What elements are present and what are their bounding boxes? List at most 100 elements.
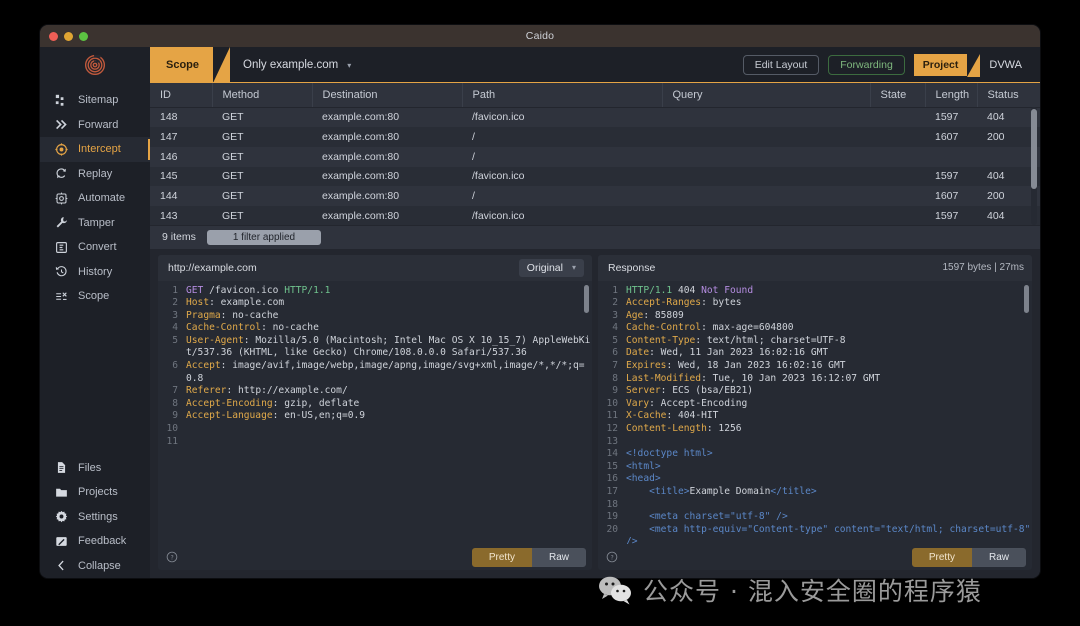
table-header-row[interactable]: ID Method Destination Path Query State Length S… — [150, 83, 1040, 108]
sidebar-item-feedback[interactable]: Feedback — [40, 529, 150, 554]
response-pane-header: Response 1597 bytes | 27ms — [598, 254, 1032, 281]
table-row[interactable]: 147 GET example.com:80/1607 200 — [150, 127, 1040, 147]
response-line: 13 — [598, 436, 1032, 449]
sidebar-item-projects[interactable]: Projects — [40, 480, 150, 505]
request-scrollbar-thumb[interactable] — [584, 284, 589, 313]
minimize-icon[interactable] — [64, 31, 73, 41]
line-content: Vary: Accept-Encoding — [626, 397, 748, 409]
line-content: Host: example.com — [186, 297, 285, 309]
request-raw-button[interactable]: Raw — [531, 547, 586, 567]
line-number: 10 — [166, 423, 178, 435]
table-column-header[interactable]: Path — [462, 83, 663, 108]
request-pretty-button[interactable]: Pretty — [471, 547, 532, 567]
sidebar-item-settings[interactable]: Settings — [40, 505, 150, 530]
sidebar-item-collapse[interactable]: Collapse — [40, 554, 150, 579]
sidebar-item-files[interactable]: Files — [40, 456, 150, 481]
close-icon[interactable] — [49, 31, 58, 41]
sidebar-item-convert[interactable]: Convert — [40, 235, 150, 260]
sidebar-item-label: Settings — [78, 510, 118, 523]
project-tab[interactable]: Project — [913, 54, 980, 77]
response-pretty-button[interactable]: Pretty — [911, 547, 972, 567]
toolbar-actions: Edit Layout Forwarding Project DVWA — [742, 47, 1040, 83]
line-number: 17 — [606, 486, 618, 497]
requests-table-body: 148 GET example.com:80/favicon.ico 1597 404 1… — [150, 107, 1040, 225]
line-number: 3 — [172, 309, 178, 321]
cell-length: 1597 — [935, 111, 959, 124]
response-line: 12 Content-Length: 1256 — [598, 423, 1032, 436]
table-row[interactable]: 148 GET example.com:80/favicon.ico 1597 404 — [150, 107, 1040, 128]
cell-query — [662, 167, 870, 187]
sidebar-item-history[interactable]: History — [40, 260, 150, 285]
scope-selector[interactable]: Only example.com ▾ — [213, 47, 363, 83]
maximize-icon[interactable] — [79, 31, 88, 41]
line-content: Expires: Wed, 18 Jan 2023 16:02:16 GMT — [626, 360, 846, 372]
response-line: 2 Accept-Ranges: bytes — [598, 297, 1032, 310]
response-line: 8 Last-Modified: Tue, 10 Jan 2023 16:12:0… — [598, 373, 1032, 386]
table-scrollbar-thumb[interactable] — [1031, 109, 1037, 189]
line-number: 11 — [606, 410, 618, 422]
response-line: 10 Vary: Accept-Encoding — [598, 398, 1032, 411]
sidebar-item-replay[interactable]: Replay — [40, 162, 150, 187]
intercept-icon — [54, 142, 68, 156]
line-content: <head> — [626, 473, 661, 485]
sidebar-item-scope[interactable]: Scope — [40, 284, 150, 309]
cell-method: GET — [222, 170, 244, 183]
edit-layout-button[interactable]: Edit Layout — [742, 55, 820, 75]
cell-query — [662, 186, 870, 206]
help-icon[interactable]: ? — [166, 551, 178, 563]
tab-scope[interactable]: Scope — [150, 47, 231, 83]
request-pane: http://example.com Original ▾ 1 GET /favi… — [158, 254, 592, 570]
cell-id: 148 — [160, 111, 178, 124]
sidebar-item-automate[interactable]: Automate — [40, 186, 150, 211]
filter-applied-chip[interactable]: 1 filter applied — [206, 229, 322, 245]
sidebar-item-tamper[interactable]: Tamper — [40, 211, 150, 236]
sidebar-item-label: Forward — [78, 118, 119, 131]
table-column-header[interactable]: ID — [150, 83, 213, 108]
window-controls[interactable] — [40, 31, 88, 41]
table-row[interactable]: 145 GET example.com:80/favicon.ico 1597 404 — [150, 166, 1040, 187]
table-column-header[interactable]: Length — [925, 83, 978, 108]
table-row[interactable]: 144 GET example.com:80/1607 200 — [150, 186, 1040, 206]
table-column-header[interactable]: Destination — [312, 83, 463, 108]
sidebar-secondary-items: Files Projects Settings Feedback Collapse — [40, 456, 150, 579]
line-number: 6 — [172, 360, 178, 372]
chevron-down-icon: ▾ — [347, 60, 352, 70]
line-number: 4 — [612, 322, 618, 334]
sidebar-item-sitemap[interactable]: Sitemap — [40, 88, 150, 113]
response-pane: Response 1597 bytes | 27ms 1 HTTP/1.1 404… — [598, 254, 1032, 570]
scope-selector-value: Only example.com — [243, 59, 339, 71]
table-column-header[interactable]: Method — [212, 83, 313, 108]
request-code-editor[interactable]: 1 GET /favicon.ico HTTP/1.1 2 Host: example… — [158, 281, 592, 545]
request-url[interactable]: http://example.com — [168, 262, 257, 274]
response-code-editor[interactable]: 1 HTTP/1.1 404 Not Found 2 Accept-Ranges: b… — [598, 281, 1032, 544]
line-content: Accept-Language: en-US,en;q=0.9 — [186, 410, 366, 422]
sidebar-item-intercept[interactable]: Intercept — [40, 137, 150, 162]
table-row[interactable]: 146 GET example.com:80 / — [150, 146, 1040, 167]
response-raw-button[interactable]: Raw — [971, 547, 1026, 567]
sidebar-item-forward[interactable]: Forward — [40, 113, 150, 138]
project-name[interactable]: DVWA — [989, 59, 1026, 71]
response-line: 20 <meta http-equiv="Content-type" conte… — [598, 524, 1032, 544]
requests-table-header: ID Method Destination Path Query State Length S… — [150, 83, 1040, 108]
response-scrollbar-thumb[interactable] — [1024, 284, 1029, 313]
table-column-header[interactable]: State — [870, 83, 926, 108]
request-view-mode-selector[interactable]: Original ▾ — [518, 258, 584, 277]
line-number: 16 — [606, 473, 618, 485]
table-row[interactable]: 143 GET example.com:80/favicon.ico 1597 404 — [150, 205, 1040, 225]
response-line: 3 Age: 85809 — [598, 310, 1032, 323]
response-line: 16 <head> — [598, 473, 1032, 486]
cell-id: 147 — [160, 131, 178, 144]
response-format-toggle[interactable]: Pretty Raw — [911, 547, 1026, 567]
sitemap-icon — [54, 93, 68, 107]
forwarding-button[interactable]: Forwarding — [828, 55, 905, 75]
line-number: 9 — [612, 385, 618, 397]
request-format-toggle[interactable]: Pretty Raw — [471, 547, 586, 567]
response-line: 5 Content-Type: text/html; charset=UTF-8 — [598, 335, 1032, 348]
table-column-header[interactable]: Query — [662, 83, 871, 108]
line-number: 10 — [606, 397, 618, 409]
help-icon[interactable]: ? — [606, 551, 618, 563]
cell-path: / — [472, 190, 475, 203]
requests-table-scroll-area[interactable]: 148 GET example.com:80/favicon.ico 1597 404 1… — [150, 107, 1040, 225]
table-column-header[interactable]: Status — [977, 83, 1040, 108]
sidebar-item-label: Replay — [78, 167, 113, 180]
